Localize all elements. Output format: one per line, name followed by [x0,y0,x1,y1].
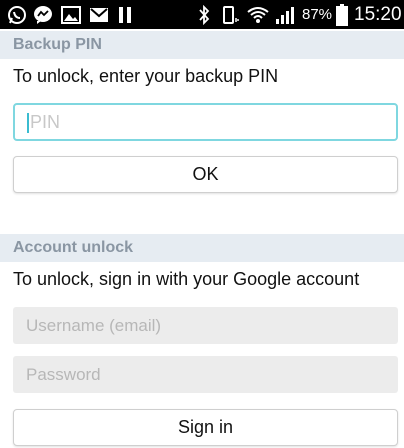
clock: 15:20 [354,3,402,25]
pin-input[interactable]: PIN [13,103,398,141]
ok-button[interactable]: OK [13,156,398,193]
sign-in-button[interactable]: Sign in [13,409,398,446]
wifi-icon [246,0,270,29]
username-placeholder: Username (email) [26,315,162,335]
account-unlock-instruction: To unlock, sign in with your Google acco… [13,269,360,289]
pin-placeholder: PIN [30,111,61,132]
email-icon [88,0,110,29]
username-field[interactable]: Username (email) [13,307,398,344]
password-placeholder: Password [26,364,101,384]
gallery-icon [60,0,82,29]
messenger-icon [32,0,54,29]
text-cursor [27,113,29,133]
battery-icon [334,0,350,29]
account-unlock-header: Account unlock [0,234,404,262]
password-field[interactable]: Password [13,356,398,393]
account-unlock-header-label: Account unlock [13,239,134,256]
status-bar: 87% 15:20 [0,0,404,29]
vibrate-icon [218,0,240,29]
signal-icon [274,0,298,29]
battery-percent: 87% [302,6,333,23]
backup-pin-header-label: Backup PIN [13,36,102,53]
pause-icon [116,0,134,29]
whatsapp-icon [6,0,28,29]
backup-pin-instruction: To unlock, enter your backup PIN [13,66,279,86]
backup-pin-header: Backup PIN [0,31,404,59]
bluetooth-icon [195,0,213,29]
